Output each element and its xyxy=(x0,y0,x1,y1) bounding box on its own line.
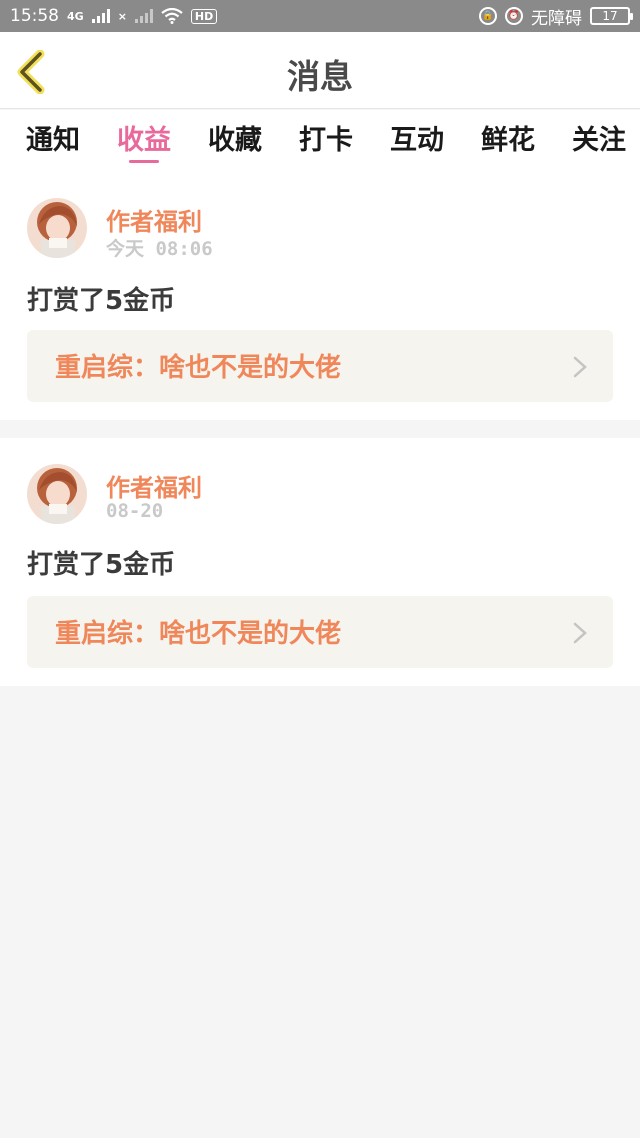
tab-notifications[interactable]: 通知 xyxy=(26,110,80,168)
book-link[interactable]: 重启综：啥也不是的大佬 xyxy=(27,596,613,668)
tab-follows[interactable]: 关注 xyxy=(572,110,626,168)
signal-bars-icon xyxy=(91,9,110,23)
message-text: 打赏了5金币 xyxy=(27,286,176,316)
message-card: 作者福利 今天 08:06 打赏了5金币 重启综：啥也不是的大佬 xyxy=(0,168,640,420)
tab-earnings[interactable]: 收益 xyxy=(117,110,171,168)
signal-4g-icon: 4G xyxy=(67,9,84,23)
tab-flowers[interactable]: 鲜花 xyxy=(481,110,535,168)
accessibility-label: 无障碍 xyxy=(531,8,582,29)
message-time: 08-20 xyxy=(106,500,164,522)
tab-favorites[interactable]: 收藏 xyxy=(208,110,262,168)
sender-name: 作者福利 xyxy=(106,474,202,502)
signal-bars-empty-icon xyxy=(134,9,153,23)
wifi-icon xyxy=(161,8,183,24)
no-signal-icon: × xyxy=(117,9,127,23)
avatar-image-icon xyxy=(27,464,87,524)
tab-checkin[interactable]: 打卡 xyxy=(299,110,353,168)
header: 消息 xyxy=(0,32,640,109)
message-card: 作者福利 08-20 打赏了5金币 重启综：啥也不是的大佬 xyxy=(0,438,640,686)
tab-bar: 通知 收益 收藏 打卡 互动 鲜花 关注 xyxy=(0,110,640,168)
alarm-icon: ⏰ xyxy=(505,7,523,25)
battery-icon: 17 xyxy=(590,7,633,25)
avatar[interactable] xyxy=(27,198,87,258)
book-title: 重启综：啥也不是的大佬 xyxy=(55,353,342,383)
avatar-image-icon xyxy=(27,198,87,258)
status-bar: 15:58 4G × HD 🔒 ⏰ 无障碍 17 xyxy=(0,0,640,32)
book-link[interactable]: 重启综：啥也不是的大佬 xyxy=(27,330,613,402)
hd-icon: HD xyxy=(190,8,218,24)
message-time: 今天 08:06 xyxy=(106,238,213,260)
sender-name: 作者福利 xyxy=(106,208,202,236)
lock-rotation-icon: 🔒 xyxy=(479,7,497,25)
tab-interactions[interactable]: 互动 xyxy=(390,110,444,168)
message-text: 打赏了5金币 xyxy=(27,550,176,580)
chevron-right-icon xyxy=(573,356,587,378)
chevron-right-icon xyxy=(573,622,587,644)
battery-level: 17 xyxy=(602,9,618,23)
page-title: 消息 xyxy=(287,57,353,96)
avatar[interactable] xyxy=(27,464,87,524)
book-title: 重启综：啥也不是的大佬 xyxy=(55,619,342,649)
messages-page: 15:58 4G × HD 🔒 ⏰ 无障碍 17 消息 通知 收益 收藏 打卡 … xyxy=(0,0,640,1138)
status-time: 15:58 xyxy=(10,6,59,26)
